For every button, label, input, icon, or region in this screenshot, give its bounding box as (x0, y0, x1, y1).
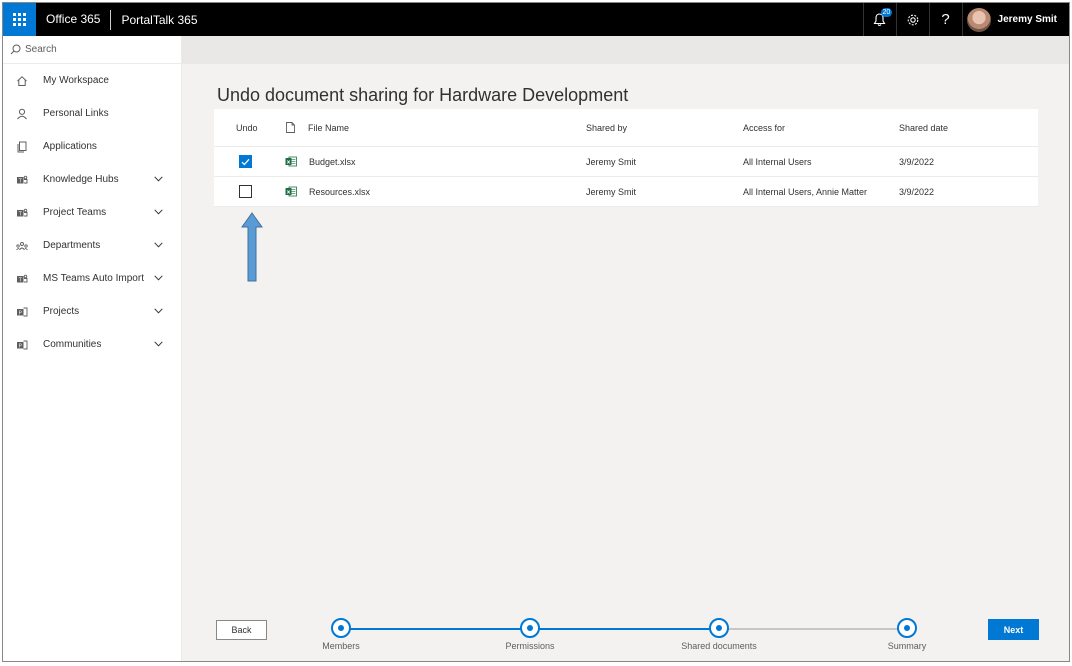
page-title: Undo document sharing for Hardware Devel… (217, 85, 629, 105)
access-for: All Internal Users (743, 156, 812, 167)
sidebar-item-applications[interactable]: Applications (3, 130, 181, 163)
table-row[interactable]: x Resources.xlsx Jeremy Smit All Internal U… (214, 177, 1038, 207)
home-icon (16, 75, 28, 87)
chevron-down-icon[interactable] (154, 207, 163, 218)
column-header-shared-date[interactable]: Shared date (899, 123, 1038, 133)
notifications-button[interactable]: 20 (862, 3, 896, 36)
svg-text:P: P (19, 343, 22, 349)
sidebar-item-label: Departments (43, 240, 101, 251)
access-for: All Internal Users, Annie Matter (743, 186, 868, 197)
search-icon (10, 44, 21, 55)
file-name[interactable]: Resources.xlsx (309, 187, 370, 197)
undo-checkbox[interactable] (239, 155, 252, 168)
brand-divider (110, 9, 112, 30)
project-icon: P (16, 339, 28, 351)
app-window: Office 365 PortalTalk 365 20 ? Jeremy Sm… (2, 2, 1070, 662)
chevron-down-icon[interactable] (154, 306, 163, 317)
command-bar (182, 36, 1069, 64)
notification-count-badge: 20 (880, 8, 893, 17)
column-header-access-for[interactable]: Access for (743, 123, 899, 133)
file-icon (286, 122, 295, 133)
step-shared-documents-label: Shared documents (681, 641, 757, 651)
sidebar-item-project-teams[interactable]: T Project Teams (3, 196, 181, 229)
column-header-file-name[interactable]: File Name (308, 123, 349, 133)
step-summary-label: Summary (887, 641, 927, 651)
app-name[interactable]: PortalTalk 365 (111, 13, 197, 27)
undo-checkbox[interactable] (239, 185, 252, 198)
table-header-row: Undo File Name Shared by Access for Shar… (214, 109, 1038, 147)
table-row[interactable]: x Budget.xlsx Jeremy Smit All Internal User… (214, 147, 1038, 177)
step-connector (719, 628, 907, 630)
gear-icon (907, 14, 918, 25)
user-name: Jeremy Smit (997, 14, 1057, 25)
step-shared-documents-marker[interactable] (709, 618, 729, 638)
app-launcher-button[interactable] (3, 3, 36, 36)
sidebar-item-label: MS Teams Auto Import (43, 273, 144, 284)
sidebar-item-label: Project Teams (43, 207, 107, 218)
sidebar-item-label: Communities (43, 339, 102, 350)
sidebar-item-departments[interactable]: Departments (3, 229, 181, 262)
column-header-undo: Undo (236, 122, 258, 133)
teams-icon: T (16, 273, 28, 285)
shared-date: 3/9/2022 (899, 156, 935, 167)
svg-text:P: P (19, 310, 22, 316)
sidebar: Search My Workspace Personal Links Applica… (3, 36, 182, 661)
step-summary-marker[interactable] (897, 618, 917, 638)
step-connector (341, 628, 530, 630)
chevron-down-icon[interactable] (154, 273, 163, 284)
next-button[interactable]: Next (988, 619, 1039, 640)
step-connector (530, 628, 719, 630)
svg-text:x: x (287, 190, 291, 196)
shared-date: 3/9/2022 (899, 186, 935, 197)
sidebar-item-label: Personal Links (43, 108, 109, 119)
file-name[interactable]: Budget.xlsx (309, 157, 356, 167)
teams-icon: T (16, 207, 28, 219)
sidebar-item-label: Knowledge Hubs (43, 174, 119, 185)
person-icon (16, 108, 28, 120)
sidebar-item-projects[interactable]: P Projects (3, 295, 181, 328)
search-box[interactable]: Search (3, 36, 181, 64)
sidebar-item-label: Applications (43, 141, 97, 152)
copy-icon (16, 141, 28, 153)
step-members-marker[interactable] (331, 618, 351, 638)
excel-file-icon: x (285, 156, 297, 167)
sidebar-item-personal-links[interactable]: Personal Links (3, 97, 181, 130)
chevron-down-icon[interactable] (154, 339, 163, 350)
org-icon (16, 240, 28, 252)
step-permissions-label: Permissions (505, 641, 555, 651)
sidebar-item-knowledge-hubs[interactable]: T Knowledge Hubs (3, 163, 181, 196)
svg-text:x: x (287, 160, 291, 166)
sidebar-nav: My Workspace Personal Links Applications T K… (3, 64, 181, 361)
excel-file-icon: x (285, 186, 297, 197)
shared-by: Jeremy Smit (586, 156, 637, 167)
chevron-down-icon[interactable] (154, 240, 163, 251)
user-menu[interactable]: Jeremy Smit (961, 3, 1069, 36)
chevron-down-icon[interactable] (154, 174, 163, 185)
column-header-shared-by[interactable]: Shared by (586, 123, 743, 133)
shared-by: Jeremy Smit (586, 186, 637, 197)
sidebar-item-my-workspace[interactable]: My Workspace (3, 64, 181, 97)
step-members-label: Members (322, 641, 360, 651)
sidebar-item-communities[interactable]: P Communities (3, 328, 181, 361)
teams-icon: T (16, 174, 28, 186)
help-button[interactable]: ? (928, 3, 962, 36)
sidebar-item-label: My Workspace (43, 75, 109, 86)
top-bar: Office 365 PortalTalk 365 20 ? Jeremy Sm… (3, 3, 1069, 36)
waffle-icon (13, 13, 26, 26)
main-content: Undo document sharing for Hardware Devel… (182, 36, 1069, 661)
sidebar-item-label: Projects (43, 306, 80, 317)
documents-table: Undo File Name Shared by Access for Shar… (214, 109, 1038, 207)
avatar (966, 7, 991, 32)
help-icon: ? (941, 11, 950, 28)
sidebar-item-ms-teams-auto-import[interactable]: T MS Teams Auto Import (3, 262, 181, 295)
wizard-stepper: Members Permissions Shared documents Summar… (182, 616, 1069, 656)
table-body: x Budget.xlsx Jeremy Smit All Internal User… (214, 147, 1038, 207)
project-icon: P (16, 306, 28, 318)
office-365-link[interactable]: Office 365 (36, 3, 110, 36)
step-permissions-marker[interactable] (520, 618, 540, 638)
settings-button[interactable] (895, 3, 929, 36)
annotation-arrow (241, 212, 263, 282)
search-placeholder: Search (25, 44, 57, 55)
